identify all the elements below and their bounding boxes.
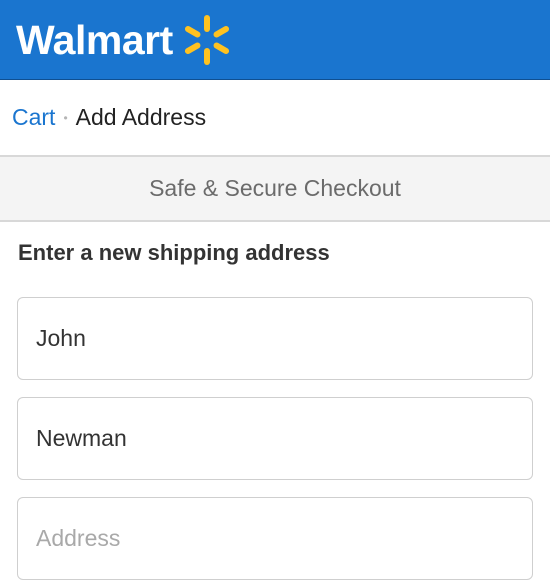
logo-text: Walmart [16, 16, 173, 63]
secure-checkout-banner: Safe & Secure Checkout [0, 157, 550, 222]
last-name-field[interactable] [18, 398, 532, 479]
app-header: Walmart [0, 0, 550, 80]
page-title: Enter a new shipping address [18, 240, 330, 265]
breadcrumb-cart-link[interactable]: Cart [12, 104, 55, 131]
address-field[interactable] [18, 498, 532, 579]
walmart-spark-icon [184, 15, 229, 65]
walmart-logo[interactable]: Walmart [16, 12, 235, 68]
first-name-field[interactable] [18, 298, 532, 379]
breadcrumb-current: Add Address [75, 104, 207, 130]
breadcrumb: Cart • Add Address [0, 80, 550, 157]
last-name-field-container [17, 397, 533, 480]
address-field-container [17, 497, 533, 580]
breadcrumb-separator: • [63, 110, 68, 125]
secure-checkout-text: Safe & Secure Checkout [149, 175, 401, 201]
first-name-field-container [17, 297, 533, 380]
